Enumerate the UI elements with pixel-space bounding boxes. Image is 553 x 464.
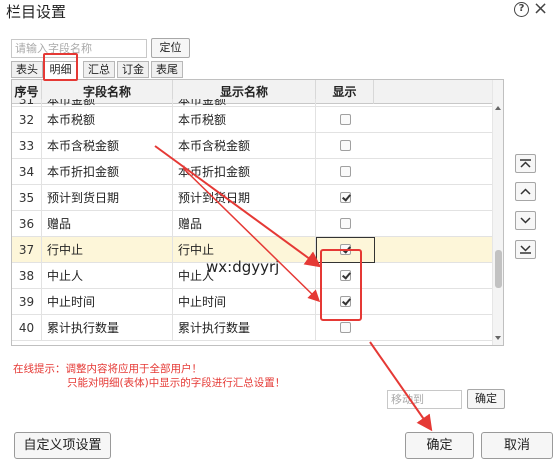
row-index: 36 [12,211,42,237]
dialog-title: 栏目设置 [6,3,67,21]
row-index: 31 [12,99,42,107]
row-field-name: 中止人 [42,263,173,289]
row-show-cell [316,289,374,315]
move-up-button[interactable] [515,182,536,201]
table-row[interactable]: 39 中止时间 中止时间 [12,289,492,315]
row-field-name: 行中止 [42,237,173,263]
row-display-name[interactable]: 本币税额 [173,107,316,133]
row-show-cell [316,315,374,341]
watermark-text: wx:dgyyrj [206,258,280,276]
row-field-name: 本币折扣金额 [42,159,173,185]
row-show-cell [316,211,374,237]
row-show-cell [316,159,374,185]
arrow-to-ok-button [369,341,433,432]
move-bottom-icon [520,245,531,254]
custom-fields-button[interactable]: 自定义项设置 [14,432,111,459]
selected-cell-outline [316,237,375,263]
move-down-icon [520,217,531,224]
scroll-thumb[interactable] [495,250,502,288]
show-checkbox[interactable] [339,114,351,125]
ok-button[interactable]: 确定 [405,432,474,459]
table-row[interactable]: 35 预计到货日期 预计到货日期 [12,185,492,211]
table-row[interactable]: 36 赠品 赠品 [12,211,492,237]
table-row[interactable]: 32 本币税额 本币税额 [12,107,492,133]
show-checkbox[interactable] [339,322,351,333]
row-field-name: 本币金额 [42,99,173,107]
field-grid: 序号 字段名称 显示名称 显示 31 本币金额 本币金额 32 本币税额 本币税额 3… [11,79,504,346]
row-display-name[interactable]: 本币含税金额 [173,133,316,159]
show-checkbox[interactable] [339,296,351,307]
row-index: 40 [12,315,42,341]
move-top-icon [520,159,531,168]
row-display-name[interactable]: 中止时间 [173,289,316,315]
row-display-name[interactable]: 本币金额 [173,99,316,107]
close-icon[interactable]: × [533,0,548,19]
row-show-cell [316,263,374,289]
row-index: 32 [12,107,42,133]
row-index: 38 [12,263,42,289]
row-display-name[interactable]: 累计执行数量 [173,315,316,341]
move-to-input[interactable] [387,390,462,409]
row-index: 37 [12,237,42,263]
show-checkbox[interactable] [339,218,351,229]
grid-rows: 31 本币金额 本币金额 32 本币税额 本币税额 33 本币含税金额 本币含税金额 34 本… [12,99,492,341]
table-row[interactable]: 33 本币含税金额 本币含税金额 [12,133,492,159]
tab-deposit[interactable]: 订金 [117,61,149,78]
row-display-name[interactable]: 预计到货日期 [173,185,316,211]
row-show-cell [316,185,374,211]
row-field-name: 预计到货日期 [42,185,173,211]
row-show-cell [316,133,374,159]
show-checkbox[interactable] [339,192,351,203]
row-index: 34 [12,159,42,185]
scroll-up-icon[interactable] [495,106,501,110]
move-confirm-button[interactable]: 确定 [467,389,505,409]
table-row[interactable]: 34 本币折扣金额 本币折扣金额 [12,159,492,185]
tab-header[interactable]: 表头 [11,61,43,78]
row-field-name: 中止时间 [42,289,173,315]
move-up-icon [520,188,531,195]
question-circle-icon[interactable]: ? [514,2,529,17]
scroll-down-icon[interactable] [495,336,501,340]
move-down-button[interactable] [515,211,536,230]
tip-line-2: 只能对明细(表体)中显示的字段进行汇总设置！ [67,377,286,389]
row-display-name[interactable]: 本币折扣金额 [173,159,316,185]
row-index: 33 [12,133,42,159]
title-bar: 栏目设置 ? × [0,0,553,24]
tab-footer[interactable]: 表尾 [151,61,183,78]
cancel-button[interactable]: 取消 [481,432,553,459]
row-field-name: 赠品 [42,211,173,237]
move-top-button[interactable] [515,154,536,173]
table-row-partial[interactable]: 31 本币金额 本币金额 [12,99,492,107]
online-tip: 在线提示：调整内容将应用于全部用户！ 只能对明细(表体)中显示的字段进行汇总设置… [13,362,285,390]
row-index: 39 [12,289,42,315]
show-checkbox[interactable] [339,140,351,151]
row-field-name: 本币含税金额 [42,133,173,159]
field-search-input[interactable] [11,39,147,58]
show-checkbox[interactable] [339,270,351,281]
move-bottom-button[interactable] [515,240,536,259]
row-display-name[interactable]: 赠品 [173,211,316,237]
show-checkbox[interactable] [339,166,351,177]
tab-summary[interactable]: 汇总 [83,61,115,78]
row-field-name: 累计执行数量 [42,315,173,341]
row-index: 35 [12,185,42,211]
row-field-name: 本币税额 [42,107,173,133]
locate-button[interactable]: 定位 [151,38,190,58]
grid-scrollbar[interactable] [492,80,503,345]
tab-detail[interactable]: 明细 [43,61,78,78]
table-row[interactable]: 40 累计执行数量 累计执行数量 [12,315,492,341]
row-show-cell [316,99,374,107]
row-show-cell [316,107,374,133]
tip-line-1: 在线提示：调整内容将应用于全部用户！ [13,363,202,375]
